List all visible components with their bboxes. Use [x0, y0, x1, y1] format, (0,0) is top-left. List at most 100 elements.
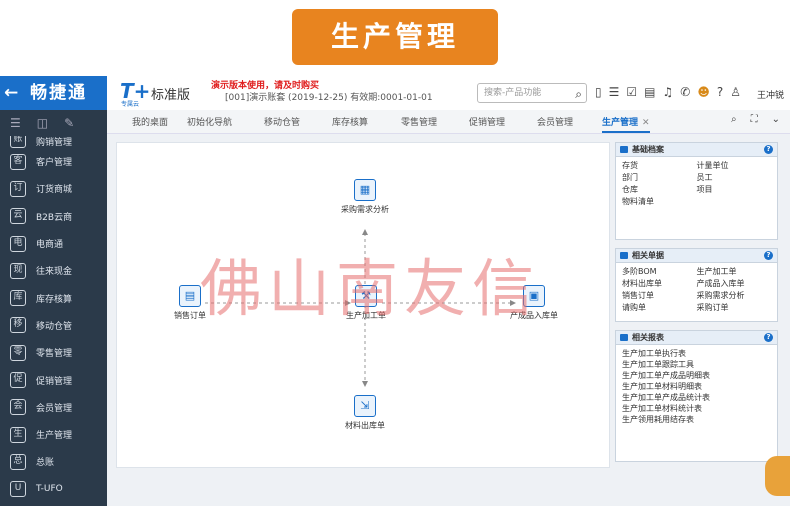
- panel-related-docs: 相关单据 ? 多阶BOM 生产加工单 材料出库单 产成品入库单 销售订单 采购需…: [615, 248, 778, 322]
- report-link[interactable]: 生产加工单材料统计表: [622, 403, 771, 414]
- sidebar-item-shop[interactable]: 订 订货商城: [0, 175, 107, 202]
- sidebar-item-member[interactable]: 会 会员管理: [0, 394, 107, 421]
- link-material-out[interactable]: 材料出库单: [622, 278, 697, 289]
- panel-links: 生产加工单执行表 生产加工单跟踪工具 生产加工单产成品明细表 生产加工单材料明细…: [616, 345, 777, 428]
- sidebar-item-b2b[interactable]: 云 B2B云商: [0, 203, 107, 230]
- node-finished-goods[interactable]: ▣ 产成品入库单: [501, 285, 567, 321]
- sidebar-item-label: 电商通: [36, 240, 64, 251]
- mascot-icon[interactable]: ☻: [697, 85, 710, 99]
- sidebar-item-ecommerce[interactable]: 电 电商通: [0, 230, 107, 257]
- chevron-down-icon[interactable]: ⌄: [772, 114, 780, 125]
- sidebar-item-label: 生产管理: [36, 431, 73, 442]
- promotion-icon: 促: [10, 372, 26, 389]
- document-icon[interactable]: ▤: [644, 85, 655, 99]
- sidebar-item-promotion[interactable]: 促 促销管理: [0, 366, 107, 393]
- report-link[interactable]: 生产加工单产成品统计表: [622, 392, 771, 403]
- link-requisition[interactable]: 请购单: [622, 302, 697, 313]
- edit-icon[interactable]: ✎: [64, 116, 74, 130]
- back-arrow-icon[interactable]: ←: [4, 83, 18, 103]
- help-icon[interactable]: ?: [764, 145, 773, 154]
- sidebar-item-customer[interactable]: 客 客户管理: [0, 148, 107, 175]
- search-icon[interactable]: ⌕: [731, 114, 737, 125]
- fullscreen-icon[interactable]: ⛶: [751, 114, 758, 125]
- sidebar-item-label: 客户管理: [36, 158, 73, 169]
- sidebar-item-cash[interactable]: 现 往来现金: [0, 257, 107, 284]
- panel-title-text: 相关单据: [632, 251, 664, 260]
- close-icon[interactable]: ✕: [642, 118, 650, 128]
- link-employee[interactable]: 员工: [697, 172, 772, 183]
- link-unit[interactable]: 计量单位: [697, 160, 772, 171]
- search-input[interactable]: 搜索-产品功能 ⌕: [477, 83, 587, 103]
- node-label: 采购需求分析: [341, 205, 389, 214]
- panel-title: 相关报表 ?: [616, 331, 777, 345]
- bell-icon[interactable]: ♫: [662, 85, 673, 99]
- production-icon: 生: [10, 426, 26, 443]
- analysis-icon: ▦: [354, 179, 376, 201]
- panel-links: 存货 计量单位 部门 员工 仓库 项目 物料清单: [616, 157, 777, 210]
- sidebar-item-general-ledger[interactable]: 总 总账: [0, 448, 107, 475]
- assistant-mascot[interactable]: [765, 456, 790, 496]
- sidebar-item-ledger[interactable]: 账 购销管理: [0, 136, 107, 148]
- menu-icon[interactable]: ☰: [10, 116, 21, 130]
- link-finished-goods[interactable]: 产成品入库单: [697, 278, 772, 289]
- report-link[interactable]: 生产加工单执行表: [622, 348, 771, 359]
- hammer-icon: ⚒: [355, 285, 377, 307]
- link-purchase-order[interactable]: 采购订单: [697, 302, 772, 313]
- link-multi-bom[interactable]: 多阶BOM: [622, 266, 697, 277]
- tab-member[interactable]: 会员管理: [537, 115, 573, 128]
- panel-title: 相关单据 ?: [616, 249, 777, 263]
- sidebar-item-mobile-warehouse[interactable]: 移 移动仓管: [0, 312, 107, 339]
- b2b-icon: 云: [10, 208, 26, 225]
- user-icon[interactable]: ♙: [730, 85, 741, 99]
- tab-promotion[interactable]: 促销管理: [469, 115, 505, 128]
- report-link[interactable]: 生产加工单跟踪工具: [622, 359, 771, 370]
- material-out-icon: ⇲: [354, 395, 376, 417]
- ecommerce-icon: 电: [10, 235, 26, 252]
- tab-production[interactable]: 生产管理 ✕: [602, 115, 650, 133]
- report-link[interactable]: 生产加工单材料明细表: [622, 381, 771, 392]
- edition-label: 标准版: [151, 88, 191, 103]
- app-window: ← 畅捷通 T+ 专属云 标准版 演示版本使用，请及时购买 [001]演示账套 …: [0, 76, 790, 506]
- sidebar-item-ufo[interactable]: U T-UFO: [0, 476, 107, 503]
- phone-device-icon[interactable]: ▯: [595, 85, 602, 99]
- sidebar-item-inventory[interactable]: 库 库存核算: [0, 284, 107, 311]
- checklist-icon[interactable]: ☑: [626, 85, 637, 99]
- tab-init-guide[interactable]: 初始化导航: [187, 115, 232, 128]
- tab-label: 生产管理: [602, 118, 639, 128]
- help-icon[interactable]: ?: [764, 251, 773, 260]
- tab-mobile-warehouse[interactable]: 移动仓管: [264, 115, 300, 128]
- panel-title-text: 相关报表: [632, 333, 664, 342]
- phone-icon[interactable]: ✆: [680, 85, 690, 99]
- page-banner: 生产管理: [292, 9, 498, 65]
- link-production-order[interactable]: 生产加工单: [697, 266, 772, 277]
- node-production-order[interactable]: ⚒ 生产加工单: [339, 285, 393, 321]
- tab-retail[interactable]: 零售管理: [401, 115, 437, 128]
- help-icon[interactable]: ?: [764, 333, 773, 342]
- report-link[interactable]: 生产加工单产成品明细表: [622, 370, 771, 381]
- link-warehouse[interactable]: 仓库: [622, 184, 697, 195]
- search-icon[interactable]: ⌕: [575, 85, 582, 103]
- link-purchase-analysis[interactable]: 采购需求分析: [697, 290, 772, 301]
- message-icon[interactable]: ☰: [609, 85, 620, 99]
- ledger-icon: 账: [10, 136, 26, 148]
- link-sales-order[interactable]: 销售订单: [622, 290, 697, 301]
- cash-icon: 现: [10, 262, 26, 279]
- tab-inventory[interactable]: 库存核算: [332, 115, 368, 128]
- report-link[interactable]: 生产领用耗用结存表: [622, 414, 771, 425]
- help-icon[interactable]: ?: [717, 85, 723, 99]
- node-material-out[interactable]: ⇲ 材料出库单: [337, 395, 393, 431]
- node-sales-order[interactable]: ▤ 销售订单: [165, 285, 215, 321]
- node-purchase-analysis[interactable]: ▦ 采购需求分析: [335, 179, 395, 215]
- brand-bar[interactable]: ← 畅捷通: [0, 76, 107, 110]
- sidebar-item-retail[interactable]: 零 零售管理: [0, 339, 107, 366]
- link-project[interactable]: 项目: [697, 184, 772, 195]
- sidebar-item-production[interactable]: 生 生产管理: [0, 421, 107, 448]
- ufo-icon: U: [10, 481, 26, 498]
- user-name[interactable]: 王冲锐: [757, 88, 784, 101]
- link-inventory-item[interactable]: 存货: [622, 160, 697, 171]
- tab-desktop[interactable]: 我的桌面: [132, 115, 168, 128]
- collapse-icon[interactable]: ◫: [37, 116, 48, 130]
- link-bom[interactable]: 物料清单: [622, 196, 697, 207]
- shop-icon: 订: [10, 180, 26, 197]
- link-department[interactable]: 部门: [622, 172, 697, 183]
